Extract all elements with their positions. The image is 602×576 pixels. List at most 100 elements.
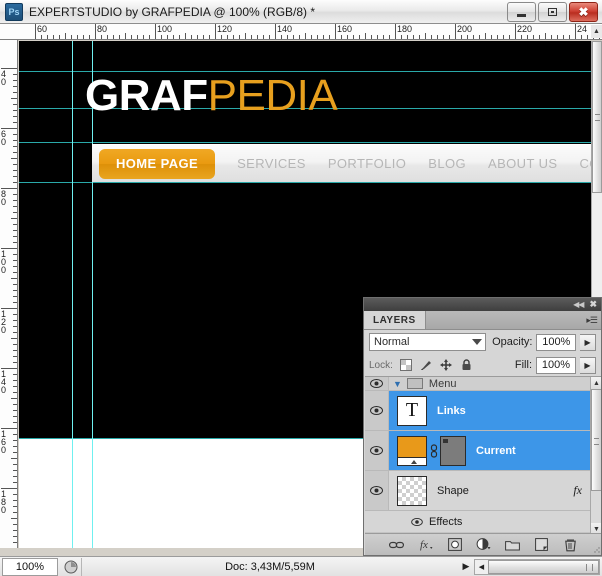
layer-visibility-toggle[interactable] (365, 471, 389, 510)
layer-thumbnail-text[interactable]: T (397, 395, 427, 426)
ruler-tick-minor (47, 35, 48, 39)
blend-mode-select[interactable]: Normal (369, 333, 487, 351)
panel-drag-bar[interactable]: ◀◀ ✖ (364, 298, 601, 311)
canvas-scroll-thumb[interactable] (592, 41, 602, 193)
tab-layers[interactable]: LAYERS (364, 311, 426, 329)
effects-visibility-toggle[interactable] (411, 517, 423, 526)
ruler-tick-minor (13, 326, 17, 327)
layer-row-links[interactable]: T Links (365, 391, 601, 431)
close-icon[interactable]: ✖ (589, 300, 597, 309)
guide-vertical[interactable] (72, 41, 73, 548)
ruler-tick-minor (13, 212, 17, 213)
add-layer-mask-icon[interactable] (447, 537, 462, 552)
ruler-tick-minor (347, 35, 348, 39)
nav-item-about-us[interactable]: ABOUT US (488, 156, 557, 171)
layer-visibility-toggle[interactable] (365, 377, 389, 390)
ruler-tick-minor (13, 242, 17, 243)
ruler-tick-minor (341, 35, 342, 39)
ruler-tick-minor (503, 35, 504, 39)
nav-item-contact[interactable]: CONTACT (579, 156, 591, 171)
opacity-slider-button[interactable]: ▶ (580, 333, 596, 351)
layer-name: Shape (437, 484, 469, 497)
lock-transparency-icon[interactable] (400, 359, 413, 372)
lock-all-icon[interactable] (460, 359, 473, 372)
delete-layer-icon[interactable] (563, 537, 578, 552)
ruler-tick-minor (13, 524, 17, 525)
horizontal-scroll-thumb[interactable] (488, 559, 599, 574)
new-layer-icon[interactable] (534, 537, 549, 552)
maximize-button[interactable] (538, 2, 567, 22)
scroll-up-arrow[interactable]: ▲ (591, 377, 601, 389)
ruler-label: 100 (1, 249, 7, 275)
ruler-tick-minor (59, 35, 60, 39)
layer-row-current[interactable]: Current (365, 431, 601, 471)
panel-menu-icon[interactable]: ▸☰ (586, 315, 598, 325)
lock-image-icon[interactable] (420, 359, 433, 372)
guide-horizontal[interactable] (19, 182, 591, 183)
ruler-tick-minor (533, 35, 534, 39)
minimize-button[interactable] (507, 2, 536, 22)
nav-item-home-page[interactable]: HOME PAGE (99, 148, 216, 179)
panel-resize-grip[interactable] (593, 546, 600, 553)
layer-visibility-toggle[interactable] (365, 391, 389, 430)
ruler-tick-minor (305, 33, 306, 39)
lock-position-icon[interactable] (440, 359, 453, 372)
ruler-label: 160 (1, 429, 7, 455)
new-adjustment-layer-icon[interactable] (476, 537, 491, 552)
link-layers-icon[interactable] (389, 537, 404, 552)
nav-item-portfolio[interactable]: PORTFOLIO (328, 156, 406, 171)
ruler-tick-minor (389, 35, 390, 39)
blend-mode-value: Normal (374, 336, 410, 348)
fill-field[interactable]: 100% (536, 356, 576, 374)
canvas-scroll-up-arrow[interactable]: ▲ (591, 25, 602, 38)
layer-visibility-toggle[interactable] (365, 431, 389, 470)
ruler-tick-minor (293, 35, 294, 39)
svg-text:fx: fx (420, 539, 428, 551)
ruler-tick-minor (143, 35, 144, 39)
ruler-tick-major (455, 24, 456, 39)
ruler-tick-minor (563, 35, 564, 39)
eye-icon (411, 517, 423, 526)
ruler-tick-minor (527, 35, 528, 39)
ruler-tick-minor (13, 146, 17, 147)
ruler-tick-minor (587, 35, 588, 39)
chevron-down-icon[interactable]: ▼ (393, 379, 402, 389)
zoom-level-field[interactable]: 100% (2, 557, 58, 576)
fill-slider-button[interactable]: ▶ (580, 356, 596, 374)
ruler-label: 200 (457, 24, 473, 34)
ruler-tick-minor (13, 86, 17, 87)
layer-list[interactable]: ▼ Menu T Links Current Shape fx Effects … (365, 376, 601, 535)
layer-thumbnail-transparent[interactable] (397, 475, 427, 506)
ruler-tick-minor (13, 116, 17, 117)
opacity-field[interactable]: 100% (536, 333, 577, 351)
play-arrow-icon[interactable]: ▶ (458, 558, 474, 576)
ruler-label: 40 (1, 69, 7, 87)
add-layer-style-icon[interactable]: fx (418, 537, 433, 552)
ruler-tick-minor (203, 35, 204, 39)
close-button[interactable]: ✖ (569, 2, 598, 22)
horizontal-scrollbar[interactable]: ◀ (474, 558, 600, 575)
horizontal-ruler[interactable]: 60 80 100 120 140 160 180 200 220 24 (0, 24, 602, 40)
vertical-ruler[interactable]: 40 60 80 100 120 140 160 180 (0, 40, 18, 548)
layer-mask-thumbnail[interactable] (440, 435, 466, 466)
link-icon[interactable] (429, 443, 438, 458)
new-group-icon[interactable] (505, 537, 520, 552)
ruler-tick-minor (41, 35, 42, 39)
nav-item-blog[interactable]: BLOG (428, 156, 466, 171)
ruler-tick-minor (77, 35, 78, 39)
ruler-tick-minor (83, 35, 84, 39)
clock-icon[interactable] (61, 558, 81, 576)
collapse-icon[interactable]: ◀◀ (573, 300, 584, 309)
layer-thumbnail-fill[interactable] (397, 435, 427, 466)
layer-list-scrollbar[interactable]: ▲ ▼ (590, 377, 601, 535)
nav-item-services[interactable]: SERVICES (237, 156, 306, 171)
layer-effects-row[interactable]: Effects (365, 511, 601, 533)
layer-row-menu[interactable]: ▼ Menu (365, 377, 601, 391)
layer-list-scroll-thumb[interactable] (591, 389, 601, 491)
ruler-tick-minor (13, 200, 17, 201)
layer-row-shape[interactable]: Shape fx (365, 471, 601, 511)
guide-horizontal[interactable] (19, 142, 591, 143)
layer-effects-icon[interactable]: fx (573, 483, 582, 498)
ruler-tick-minor (11, 158, 17, 159)
scroll-left-arrow[interactable]: ◀ (475, 560, 488, 574)
